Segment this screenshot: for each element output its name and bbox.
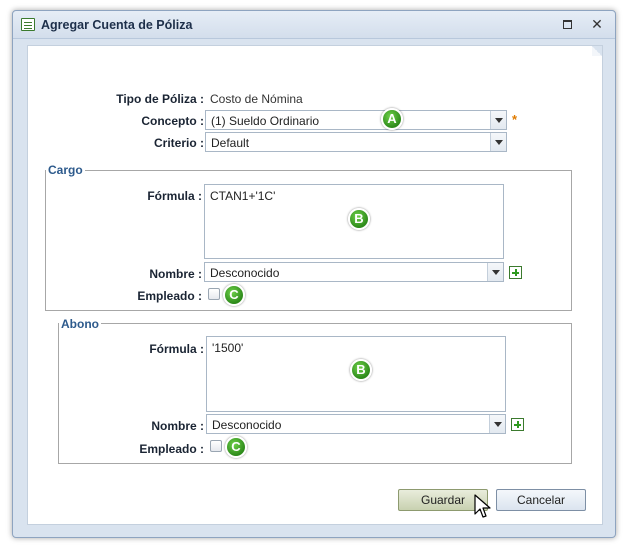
criterio-label: Criterio : — [153, 136, 204, 150]
marker-b-cargo: B — [348, 208, 370, 230]
required-asterisk: * — [512, 112, 518, 127]
cancel-button[interactable]: Cancelar — [496, 489, 586, 511]
add-icon[interactable] — [511, 418, 524, 431]
close-button[interactable]: ✕ — [589, 17, 605, 31]
concepto-label: Concepto : — [141, 114, 204, 128]
corner-fold-icon — [592, 46, 602, 56]
marker-c-abono: C — [225, 436, 247, 458]
form-icon — [21, 18, 35, 31]
abono-nombre-select[interactable]: Desconocido — [206, 414, 506, 434]
maximize-button[interactable] — [559, 17, 575, 31]
criterio-select[interactable]: Default — [205, 132, 507, 152]
tipo-poliza-label: Tipo de Póliza : — [116, 92, 204, 106]
abono-empleado-checkbox[interactable] — [210, 440, 222, 452]
mouse-cursor-icon — [474, 494, 491, 518]
abono-empleado-label: Empleado : — [139, 442, 204, 456]
abono-formula-label: Fórmula : — [149, 342, 204, 356]
dialog-window: Agregar Cuenta de Póliza ✕ Tipo de Póliz… — [12, 10, 616, 538]
abono-nombre-value: Desconocido — [212, 418, 282, 432]
cargo-nombre-value: Desconocido — [210, 266, 280, 280]
cargo-empleado-checkbox[interactable] — [208, 288, 220, 300]
cargo-formula-label: Fórmula : — [147, 189, 202, 203]
tipo-poliza-value: Costo de Nómina — [210, 92, 303, 106]
marker-a: A — [381, 108, 403, 130]
title-bar[interactable]: Agregar Cuenta de Póliza ✕ — [13, 11, 615, 39]
cargo-legend: Cargo — [46, 163, 85, 177]
chevron-down-icon[interactable] — [487, 263, 503, 281]
abono-legend: Abono — [59, 317, 101, 331]
chevron-down-icon[interactable] — [490, 133, 506, 151]
concepto-select[interactable]: (1) Sueldo Ordinario — [205, 110, 507, 130]
marker-c-cargo: C — [223, 284, 245, 306]
window-title: Agregar Cuenta de Póliza — [41, 18, 193, 32]
chevron-down-icon[interactable] — [490, 111, 506, 129]
add-icon[interactable] — [509, 266, 522, 279]
cargo-nombre-label: Nombre : — [149, 267, 202, 281]
marker-b-abono: B — [350, 359, 372, 381]
form-panel: Tipo de Póliza : Costo de Nómina Concept… — [27, 45, 603, 525]
cargo-empleado-label: Empleado : — [137, 289, 202, 303]
criterio-select-value: Default — [211, 136, 250, 150]
concepto-select-value: (1) Sueldo Ordinario — [211, 114, 320, 128]
chevron-down-icon[interactable] — [489, 415, 505, 433]
abono-nombre-label: Nombre : — [151, 419, 204, 433]
cargo-nombre-select[interactable]: Desconocido — [204, 262, 504, 282]
